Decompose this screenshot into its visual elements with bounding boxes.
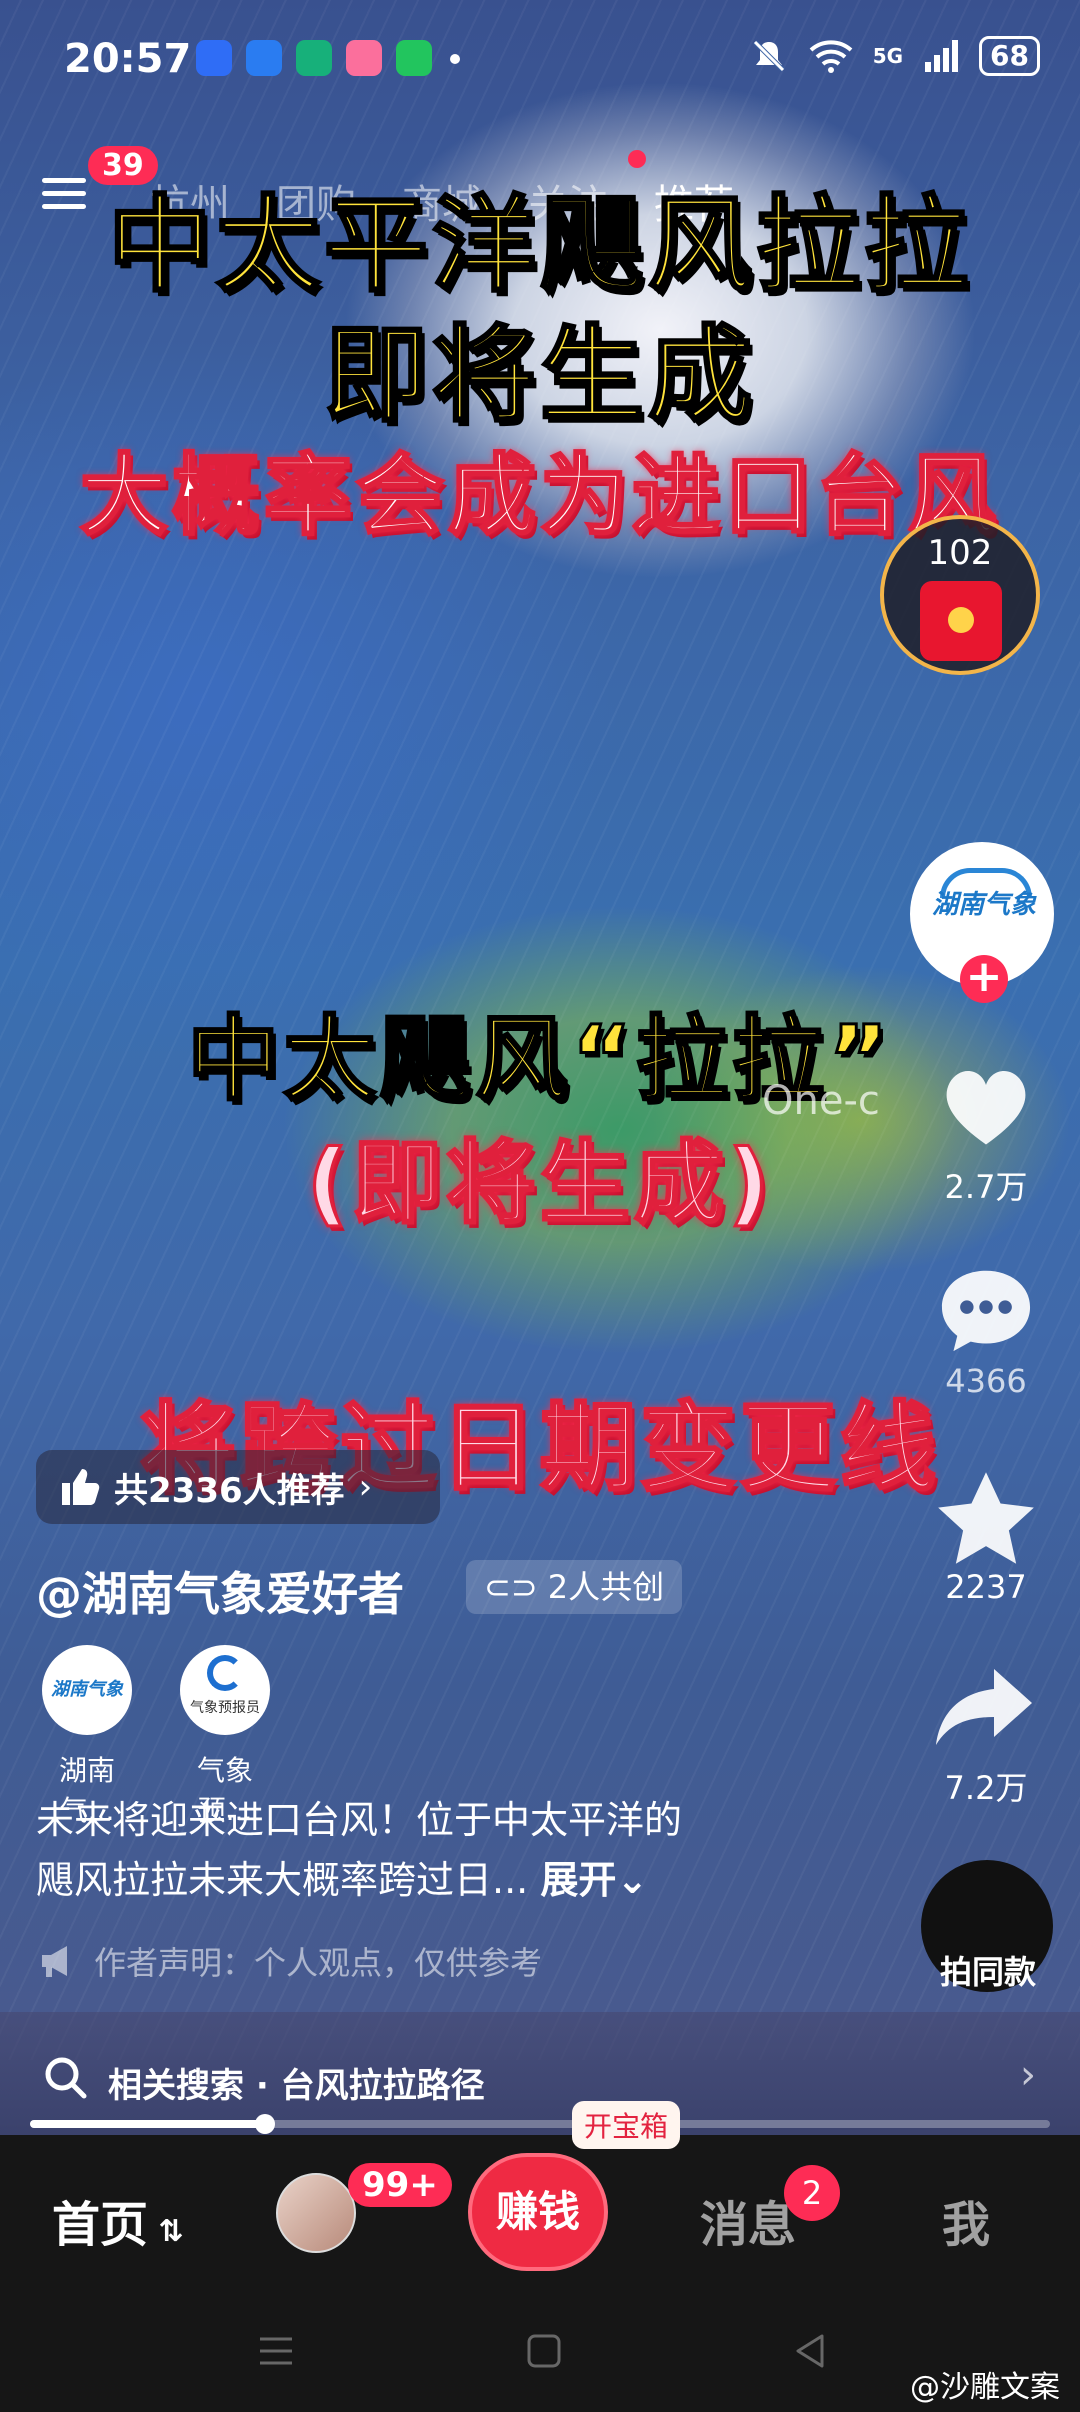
comment-icon[interactable] — [938, 1265, 1034, 1355]
bottom-navigation: 首页 ⇅ 99+ 赚钱 开宝箱 消息 2 我 — [0, 2101, 1080, 2295]
progress-fill — [30, 2120, 265, 2128]
search-icon — [45, 2057, 87, 2099]
co-creator-avatar: 湖南气象 — [42, 1645, 132, 1735]
status-bar: 20:57 5G 68 — [0, 0, 1080, 120]
more-notifications-dot — [450, 54, 460, 64]
expand-button[interactable]: 展开 — [540, 1858, 616, 1902]
video-headline-5: (即将生成) — [305, 1130, 774, 1238]
chevron-down-icon: ⌄ — [616, 1858, 649, 1902]
mute-icon — [752, 40, 785, 72]
author-disclaimer: 作者声明：个人观点，仅供参考 — [40, 1938, 542, 1984]
chevron-right-icon: › — [1020, 2052, 1036, 2098]
earn-button[interactable]: 赚钱 — [472, 2157, 604, 2267]
switch-icon: ⇅ — [148, 2214, 184, 2249]
app-icon — [196, 40, 232, 76]
like-icon[interactable] — [938, 1060, 1034, 1156]
video-watermark: One-c — [762, 1078, 880, 1124]
status-time: 20:57 — [64, 36, 192, 82]
chevron-right-icon: › — [358, 1467, 373, 1507]
app-icon — [346, 40, 382, 76]
red-packet-timer[interactable]: 102 — [880, 515, 1040, 675]
notification-app-icons — [196, 40, 432, 76]
favorite-star-icon[interactable] — [934, 1468, 1038, 1568]
recommend-count: 共2336人推荐 — [114, 1470, 345, 1511]
network-label: 5G — [872, 44, 904, 68]
video-headline-2: 即将生成 — [322, 313, 756, 438]
signal-icon — [925, 40, 959, 72]
video-caption[interactable]: 未来将迎来进口台风！位于中太平洋的 飓风拉拉未来大概率跨过日... 展开⌄ — [36, 1790, 836, 1910]
video-headline-4: 中太飓风“拉拉” — [186, 1005, 893, 1115]
cocreate-badge[interactable]: ⊂⊃ 2人共创 — [466, 1560, 683, 1614]
like-count: 2.7万 — [944, 1168, 1028, 1206]
friends-badge: 99+ — [348, 2163, 452, 2207]
follow-button[interactable]: + — [960, 955, 1008, 1003]
author-handle[interactable]: @湖南气象爱好者 — [36, 1558, 404, 1624]
video-progress-bar[interactable] — [30, 2114, 1050, 2134]
favorite-count: 2237 — [945, 1568, 1027, 1606]
friends-avatar[interactable] — [276, 2173, 356, 2253]
messages-badge: 2 — [784, 2165, 840, 2221]
video-headline-1: 中太平洋飓风拉拉 — [106, 183, 972, 308]
battery-indicator: 68 — [979, 36, 1040, 76]
swirl-logo-icon — [207, 1655, 243, 1691]
progress-knob[interactable] — [254, 2114, 275, 2134]
status-right: 5G 68 — [749, 36, 1040, 76]
home-icon[interactable] — [524, 2331, 564, 2371]
app-icon — [246, 40, 282, 76]
app-icon — [396, 40, 432, 76]
tab-home[interactable]: 首页 ⇅ — [52, 2185, 184, 2255]
link-icon: ⊂⊃ — [484, 1568, 548, 1606]
wifi-icon — [809, 40, 853, 73]
video-screen[interactable]: 20:57 5G 68 39 杭州 团购 商城 关注 推荐 中太平洋飓风拉拉 即… — [0, 0, 1080, 2412]
caption-line-2: 飓风拉拉未来大概率跨过日... — [36, 1858, 529, 1902]
back-icon[interactable] — [790, 2331, 830, 2371]
co-creator-avatar: 气象预报员 — [180, 1645, 270, 1735]
recents-icon[interactable] — [256, 2331, 296, 2371]
share-count: 7.2万 — [944, 1769, 1028, 1807]
app-icon — [296, 40, 332, 76]
related-search-text: 相关搜索 · 台风拉拉路径 — [108, 2066, 485, 2106]
thumbs-up-icon — [62, 1469, 100, 1505]
corner-watermark: @沙雕文案 — [910, 2370, 1060, 2405]
red-envelope-icon — [920, 581, 1002, 661]
recommend-pill[interactable]: 共2336人推荐 › — [36, 1450, 440, 1524]
same-style-label[interactable]: 拍同款 — [918, 1947, 1058, 1993]
tab-messages[interactable]: 消息 — [700, 2185, 796, 2255]
share-arrow-icon[interactable] — [932, 1665, 1036, 1749]
tab-me[interactable]: 我 — [942, 2185, 990, 2255]
megaphone-icon — [42, 1946, 67, 1977]
treasure-bubble[interactable]: 开宝箱 — [572, 2101, 681, 2149]
comment-count: 4366 — [945, 1362, 1027, 1400]
caption-line-1: 未来将迎来进口台风！位于中太平洋的 — [36, 1798, 683, 1842]
red-packet-count: 102 — [927, 533, 993, 573]
